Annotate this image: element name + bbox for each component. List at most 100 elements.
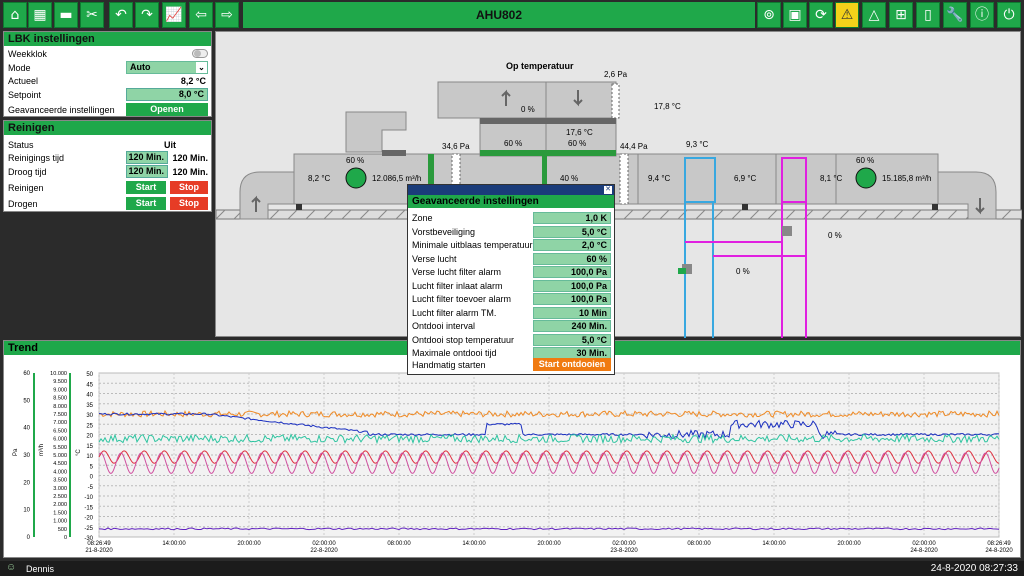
datetime: 24-8-2020 08:27:33 [930,563,1018,574]
status-value: Uit [164,140,176,150]
close-icon[interactable]: ✕ [604,186,612,194]
setting-value-field[interactable]: 1,0 K [533,212,611,224]
damper-mid-right-pct: 60 % [568,139,587,148]
setting-label: Ontdooi stop temperatuur [412,334,515,345]
fan-left-pct: 60 % [346,156,365,165]
setting-value-field[interactable]: 100,0 Pa [533,293,611,305]
droog-tijd-label: Droog tijd [8,167,47,177]
temp-6-9: 6,9 °C [734,174,757,183]
setting-value-field[interactable]: 10 Min [533,306,611,319]
top-toolbar: ⌂ ▦ ▬ ✂ ↶ ↷ 📈 ⇦ ⇨ AHU802 ⊚ ▣ ⟳ ⚠ △ ⊞ ▯ 🔧… [0,0,1024,30]
temp-8-1: 8,1 °C [820,174,843,183]
damper-mid-left-pct: 60 % [504,139,523,148]
shapes-icon[interactable]: △ [862,2,886,28]
x-tick-date: 24-8-2020 [910,548,938,554]
lbk-panel: LBK instellingen Weekklok Mode Auto ⌄ Act… [3,31,212,117]
setting-value-field[interactable]: 2,0 °C [533,239,611,251]
wrench-icon[interactable]: 🔧 [943,2,967,28]
grid-icon[interactable]: ▦ [28,2,52,28]
c-tick-label: 35 [86,403,93,409]
op-temp-title: Op temperatuur [506,61,574,71]
cabinet-icon[interactable]: ▬ [54,2,78,28]
refresh-icon[interactable]: ⟳ [809,2,833,28]
x-tick-time: 08:00:00 [387,541,411,547]
lamp-icon[interactable]: ⊚ [757,2,781,28]
setting-value-field[interactable]: 5,0 °C [533,225,611,238]
home-icon[interactable]: ⌂ [3,2,27,28]
pa-tick-label: 40 [23,426,30,432]
setpoint-field[interactable]: 8,0 °C [126,88,208,101]
temp-hx-out: 9,3 °C [686,140,709,149]
droog-tijd-field[interactable]: 120 Min. [126,165,168,178]
reinigen-start-button[interactable]: Start [126,181,166,194]
temp-intake: 8,2 °C [308,174,331,183]
c-tick-label: 5 [90,464,94,470]
m3h-tick-label: 7.000 [53,420,67,426]
x-tick-time: 02:00:00 [612,541,636,547]
x-tick-date: 24-8-2020 [985,548,1013,554]
flow-right: 15.185,8 m³/h [882,174,932,183]
warning-icon[interactable]: ⚠ [835,2,859,28]
m3h-tick-label: 0 [64,535,67,541]
actueel-value: 8,2 °C [180,76,206,86]
network-icon[interactable]: ⊞ [889,2,913,28]
camera-icon[interactable]: ▣ [783,2,807,28]
power-icon[interactable]: ⏻ [997,2,1021,28]
m3h-tick-label: 5.000 [53,453,67,459]
user-name: Dennis [26,564,55,574]
reinigings-tijd-label: Reinigings tijd [8,153,65,163]
m3h-tick-label: 4.000 [53,469,67,475]
pa-tick-label: 20 [23,480,30,486]
axis-unit-label: m³/h [39,444,45,456]
actueel-label: Actueel [8,76,39,86]
trend-chart: 50454035302520151050-5-10-15-20-25-3010.… [13,371,1013,554]
x-tick-date: 21-8-2020 [85,548,113,554]
drogen-start-button[interactable]: Start [126,197,166,210]
c-tick-label: 10 [86,454,93,460]
m3h-tick-label: 2.500 [53,494,67,500]
x-tick-time: 08:26:49 [987,541,1011,547]
setting-value-field[interactable]: 5,0 °C [533,333,611,346]
x-tick-time: 08:26:49 [87,541,111,547]
x-tick-date: 23-8-2020 [610,548,638,554]
c-tick-label: -20 [84,516,93,522]
m3h-tick-label: 6.500 [53,428,67,434]
setting-value-field[interactable]: 100,0 Pa [533,279,611,292]
temp-9-4: 9,4 °C [648,174,671,183]
setting-value-field[interactable]: 60 % [533,252,611,265]
pa-tick-label: 50 [23,398,30,404]
mode-select[interactable]: Auto ⌄ [126,61,208,74]
redo-icon[interactable]: ↷ [135,2,159,28]
setting-value-field[interactable]: 240 Min. [533,320,611,332]
open-adv-settings-button[interactable]: Openen [126,103,208,116]
drogen-stop-button[interactable]: Stop [170,197,208,210]
m3h-tick-label: 10.000 [50,371,67,377]
reinigings-tijd-actual: 120 Min. [172,153,208,163]
setting-value-field[interactable]: 100,0 Pa [533,266,611,278]
reinigen-stop-button[interactable]: Stop [170,181,208,194]
setting-label: Verse lucht filter alarm [412,267,502,277]
document-icon[interactable]: ▯ [916,2,940,28]
ahu-synoptic: Op temperatuur 2,6 Pa 17,8 °C 0 % 34,6 P… [215,31,1022,338]
m3h-tick-label: 6.000 [53,437,67,443]
m3h-tick-label: 7.500 [53,412,67,418]
popup-header: Geavanceerde instellingen [408,195,614,208]
info-icon[interactable]: ⓘ [970,2,994,28]
reinigings-tijd-field[interactable]: 120 Min. [126,151,168,164]
x-tick-date: 22-8-2020 [310,548,338,554]
forward-arrow-icon[interactable]: ⇨ [215,2,239,28]
back-arrow-icon[interactable]: ⇦ [189,2,213,28]
undo-icon[interactable]: ↶ [109,2,133,28]
setting-label: Vorstbeveiliging [412,226,476,237]
popup-titlebar: ✕ [408,185,614,195]
x-tick-time: 14:00:00 [762,541,786,547]
manual-start-label: Handmatig starten [412,360,486,370]
chart-icon[interactable]: 📈 [162,2,186,28]
c-tick-label: 30 [86,413,93,419]
tools-icon[interactable]: ✂ [80,2,104,28]
start-defrost-button[interactable]: Start ontdooien [533,358,611,371]
setting-label: Ontdooi interval [412,321,476,331]
x-tick-time: 14:00:00 [462,541,486,547]
droog-tijd-actual: 120 Min. [172,167,208,177]
weekklok-toggle[interactable] [192,49,208,58]
